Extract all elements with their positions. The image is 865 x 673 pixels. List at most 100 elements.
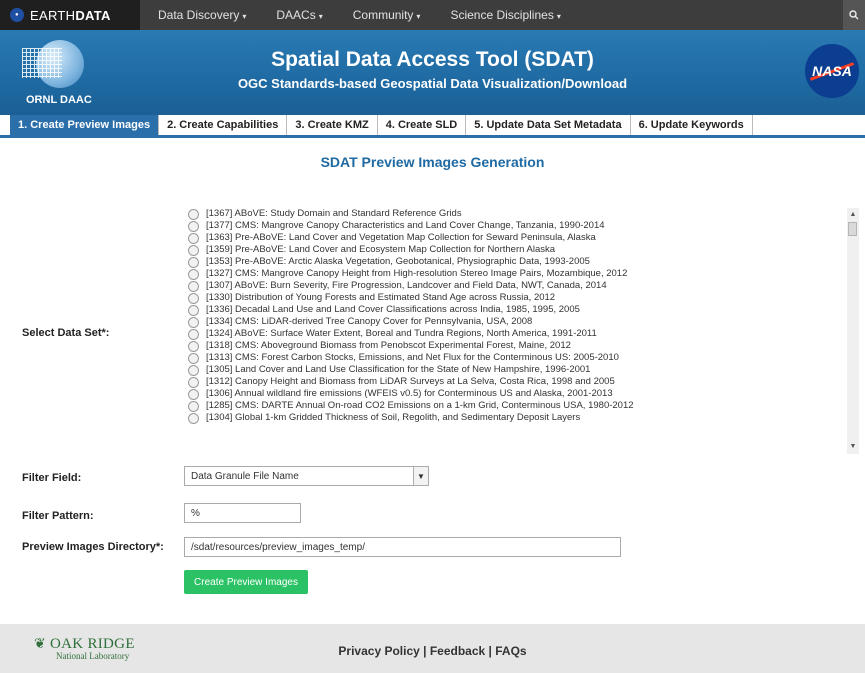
- nav-data-discovery[interactable]: Data Discovery ▾: [158, 8, 246, 22]
- dataset-option[interactable]: [1330] Distribution of Young Forests and…: [180, 292, 848, 304]
- radio-button[interactable]: [188, 268, 199, 280]
- nasa-logo[interactable]: NASA: [805, 44, 859, 98]
- dataset-option[interactable]: [1306] Annual wildland fire emissions (W…: [180, 388, 848, 400]
- tab-update-metadata[interactable]: 5. Update Data Set Metadata: [466, 115, 631, 135]
- org-logo-label: ORNL DAAC: [26, 94, 92, 106]
- nav-label: Data Discovery: [158, 8, 240, 22]
- create-preview-images-button[interactable]: Create Preview Images: [184, 570, 308, 594]
- dataset-option[interactable]: [1324] ABoVE: Surface Water Extent, Bore…: [180, 328, 848, 340]
- dataset-option[interactable]: [1304] Global 1-km Gridded Thickness of …: [180, 412, 848, 424]
- radio-button[interactable]: [188, 244, 199, 256]
- tab-create-capabilities[interactable]: 2. Create Capabilities: [159, 115, 288, 135]
- dataset-option-label: [1324] ABoVE: Surface Water Extent, Bore…: [206, 328, 597, 339]
- footer-links: Privacy Policy | Feedback | FAQs: [0, 644, 865, 658]
- dataset-option[interactable]: [1285] CMS: DARTE Annual On-road CO2 Emi…: [180, 400, 848, 412]
- dataset-option-label: [1363] Pre-ABoVE: Land Cover and Vegetat…: [206, 232, 596, 243]
- filter-pattern-value: %: [191, 507, 200, 519]
- radio-button[interactable]: [188, 304, 199, 316]
- preview-dir-value: /sdat/resources/preview_images_temp/: [191, 541, 365, 553]
- radio-button[interactable]: [188, 388, 199, 400]
- dataset-option-label: [1353] Pre-ABoVE: Arctic Alaska Vegetati…: [206, 256, 590, 267]
- dataset-option[interactable]: [1336] Decadal Land Use and Land Cover C…: [180, 304, 848, 316]
- dataset-option[interactable]: [1305] Land Cover and Land Use Classific…: [180, 364, 848, 376]
- radio-button[interactable]: [188, 340, 199, 352]
- dataset-option-label: [1306] Annual wildland fire emissions (W…: [206, 388, 613, 399]
- dataset-option-label: [1312] Canopy Height and Biomass from Li…: [206, 376, 615, 387]
- tab-create-sld[interactable]: 4. Create SLD: [378, 115, 467, 135]
- filter-pattern-label: Filter Pattern:: [22, 510, 94, 522]
- preview-dir-input[interactable]: /sdat/resources/preview_images_temp/: [184, 537, 621, 557]
- footer-separator: |: [485, 644, 496, 658]
- chevron-down-icon: ▼: [413, 467, 428, 485]
- radio-button[interactable]: [188, 376, 199, 388]
- tab-update-keywords[interactable]: 6. Update Keywords: [631, 115, 753, 135]
- dataset-option[interactable]: [1318] CMS: Aboveground Biomass from Pen…: [180, 340, 848, 352]
- radio-button[interactable]: [188, 256, 199, 268]
- radio-button[interactable]: [188, 316, 199, 328]
- footer-separator: |: [419, 644, 430, 658]
- dataset-option-label: [1334] CMS: LiDAR-derived Tree Canopy Co…: [206, 316, 533, 327]
- dataset-scrollbar[interactable]: ▲ ▼: [847, 208, 859, 454]
- dataset-label: Select Data Set*:: [22, 327, 110, 339]
- chevron-down-icon: ▾: [556, 12, 561, 21]
- radio-button[interactable]: [188, 352, 199, 364]
- scroll-up-icon[interactable]: ▲: [847, 210, 859, 220]
- chevron-down-icon: ▾: [242, 12, 247, 21]
- tab-create-kmz[interactable]: 3. Create KMZ: [287, 115, 378, 135]
- nav-label: Community: [352, 8, 414, 22]
- brand-suffix: DATA: [75, 7, 111, 23]
- dataset-option-label: [1285] CMS: DARTE Annual On-road CO2 Emi…: [206, 400, 634, 411]
- privacy-policy-link[interactable]: Privacy Policy: [338, 644, 419, 658]
- dataset-option[interactable]: [1312] Canopy Height and Biomass from Li…: [180, 376, 848, 388]
- scroll-down-icon[interactable]: ▼: [847, 442, 859, 452]
- faqs-link[interactable]: FAQs: [495, 644, 526, 658]
- dataset-option[interactable]: [1313] CMS: Forest Carbon Stocks, Emissi…: [180, 352, 848, 364]
- radio-button[interactable]: [188, 232, 199, 244]
- scroll-thumb[interactable]: [848, 222, 857, 236]
- earthdata-brand[interactable]: ● EARTH DATA: [0, 0, 140, 30]
- nav-label: DAACs: [276, 8, 316, 22]
- dataset-option-label: [1367] ABoVE: Study Domain and Standard …: [206, 208, 462, 219]
- dataset-option[interactable]: [1307] ABoVE: Burn Severity, Fire Progre…: [180, 280, 848, 292]
- dataset-option[interactable]: [1353] Pre-ABoVE: Arctic Alaska Vegetati…: [180, 256, 848, 268]
- chevron-down-icon: ▾: [416, 12, 421, 21]
- radio-button[interactable]: [188, 208, 199, 220]
- dataset-option-label: [1327] CMS: Mangrove Canopy Height from …: [206, 268, 628, 279]
- radio-button[interactable]: [188, 280, 199, 292]
- radio-button[interactable]: [188, 220, 199, 232]
- nav-community[interactable]: Community ▾: [353, 8, 421, 22]
- dataset-option[interactable]: [1327] CMS: Mangrove Canopy Height from …: [180, 268, 848, 280]
- dataset-option[interactable]: [1359] Pre-ABoVE: Land Cover and Ecosyst…: [180, 244, 848, 256]
- dataset-option-label: [1330] Distribution of Young Forests and…: [206, 292, 556, 303]
- tab-create-preview-images[interactable]: 1. Create Preview Images: [10, 115, 160, 135]
- chevron-down-icon: ▾: [318, 12, 323, 21]
- radio-button[interactable]: [188, 328, 199, 340]
- dataset-option[interactable]: [1334] CMS: LiDAR-derived Tree Canopy Co…: [180, 316, 848, 328]
- nasa-logo-label: NASA: [812, 63, 852, 79]
- dataset-list: [1367] ABoVE: Study Domain and Standard …: [180, 208, 848, 454]
- section-heading: SDAT Preview Images Generation: [320, 154, 545, 170]
- dataset-option[interactable]: [1377] CMS: Mangrove Canopy Characterist…: [180, 220, 848, 232]
- filter-pattern-input[interactable]: %: [184, 503, 301, 523]
- dataset-option-label: [1377] CMS: Mangrove Canopy Characterist…: [206, 220, 605, 231]
- filter-field-select[interactable]: Data Granule File Name ▼: [184, 466, 429, 486]
- earthdata-topbar: ● EARTH DATA Data Discovery ▾ DAACs ▾ Commu…: [0, 0, 865, 30]
- radio-button[interactable]: [188, 292, 199, 304]
- dataset-option[interactable]: [1367] ABoVE: Study Domain and Standard …: [180, 208, 848, 220]
- filter-field-label: Filter Field:: [22, 472, 82, 484]
- nav-daacs[interactable]: DAACs ▾: [276, 8, 322, 22]
- search-button[interactable]: [843, 0, 865, 30]
- header-banner: ORNL DAAC Spatial Data Access Tool (SDAT…: [0, 30, 865, 115]
- feedback-link[interactable]: Feedback: [430, 644, 485, 658]
- dataset-option-label: [1304] Global 1-km Gridded Thickness of …: [206, 412, 581, 423]
- radio-button[interactable]: [188, 364, 199, 376]
- nav-science-disciplines[interactable]: Science Disciplines ▾: [450, 8, 560, 22]
- dataset-option-label: [1305] Land Cover and Land Use Classific…: [206, 364, 591, 375]
- top-nav: Data Discovery ▾ DAACs ▾ Community ▾ Scienc…: [158, 8, 591, 22]
- radio-button[interactable]: [188, 412, 199, 424]
- nav-label: Science Disciplines: [450, 8, 554, 22]
- dataset-option-label: [1307] ABoVE: Burn Severity, Fire Progre…: [206, 280, 607, 291]
- radio-button[interactable]: [188, 400, 199, 412]
- dataset-option[interactable]: [1363] Pre-ABoVE: Land Cover and Vegetat…: [180, 232, 848, 244]
- brand-prefix: EARTH: [30, 7, 76, 23]
